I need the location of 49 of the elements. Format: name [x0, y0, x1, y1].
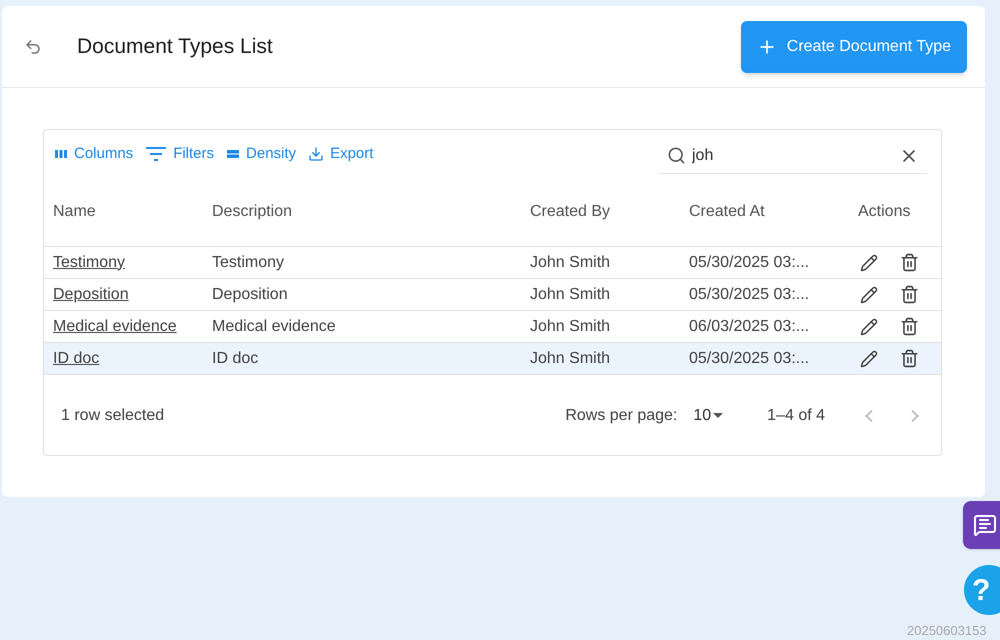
table-cell-text: Testimony — [212, 252, 286, 272]
column-header[interactable]: Created By — [530, 200, 689, 224]
edit-icon[interactable] — [860, 318, 878, 336]
name-link[interactable]: ID doc — [53, 350, 100, 366]
density-icon — [226, 148, 240, 160]
selection-count: 1 row selected — [61, 406, 164, 426]
edit-icon[interactable] — [860, 350, 878, 368]
table-row[interactable]: ID doc ID doc John Smith 05/30/2025 03:... — [44, 343, 941, 375]
rows-per-page-select[interactable]: 10 — [693, 404, 724, 428]
delete-icon[interactable] — [900, 317, 919, 336]
table-cell-text: Deposition — [212, 284, 289, 304]
column-header[interactable]: Description — [212, 200, 530, 224]
version-label: 20250603153 — [907, 622, 987, 640]
table-cell-text: John Smith — [530, 284, 612, 304]
rows-per-page-label: Rows per page: — [565, 406, 678, 426]
search-icon — [667, 146, 686, 165]
caret-icon — [713, 413, 724, 419]
back-icon[interactable] — [24, 38, 42, 56]
table-cell-text: 05/30/2025 03:... — [689, 252, 810, 272]
name-link[interactable]: Deposition — [53, 286, 129, 302]
page-range: 1–4 of 4 — [767, 406, 825, 426]
name-link[interactable]: Testimony — [53, 254, 126, 270]
toolbar-button[interactable]: Columns — [52, 142, 136, 166]
toolbar-button[interactable]: Density — [224, 142, 298, 166]
edit-icon[interactable] — [860, 286, 878, 304]
edit-icon[interactable] — [860, 254, 878, 272]
chat-button[interactable] — [963, 501, 1000, 549]
toolbar-button[interactable]: Filters — [143, 142, 216, 166]
table-cell-text: ID doc — [212, 348, 260, 368]
column-header[interactable]: Created At — [689, 200, 858, 224]
table-cell-text: 05/30/2025 03:... — [689, 284, 810, 304]
download-icon — [308, 146, 324, 162]
table-cell-text: John Smith — [530, 316, 612, 336]
table-cell-text: 06/03/2025 03:... — [689, 316, 810, 336]
page-title: Document Types List — [77, 34, 273, 60]
toolbar-button[interactable]: Export — [306, 142, 376, 166]
delete-icon[interactable] — [900, 349, 919, 368]
column-header[interactable]: Name — [53, 200, 212, 224]
table-cell-text: 05/30/2025 03:... — [689, 348, 810, 368]
table-cell-text: Medical evidence — [212, 316, 337, 336]
table-cell-text: John Smith — [530, 252, 612, 272]
columns-icon — [54, 148, 68, 160]
table-cell-text: John Smith — [530, 348, 612, 368]
delete-icon[interactable] — [900, 285, 919, 304]
column-header[interactable]: Actions — [858, 200, 941, 224]
filter-icon — [145, 145, 168, 163]
chat-icon — [973, 513, 997, 537]
name-link[interactable]: Medical evidence — [53, 318, 177, 334]
delete-icon[interactable] — [900, 253, 919, 272]
